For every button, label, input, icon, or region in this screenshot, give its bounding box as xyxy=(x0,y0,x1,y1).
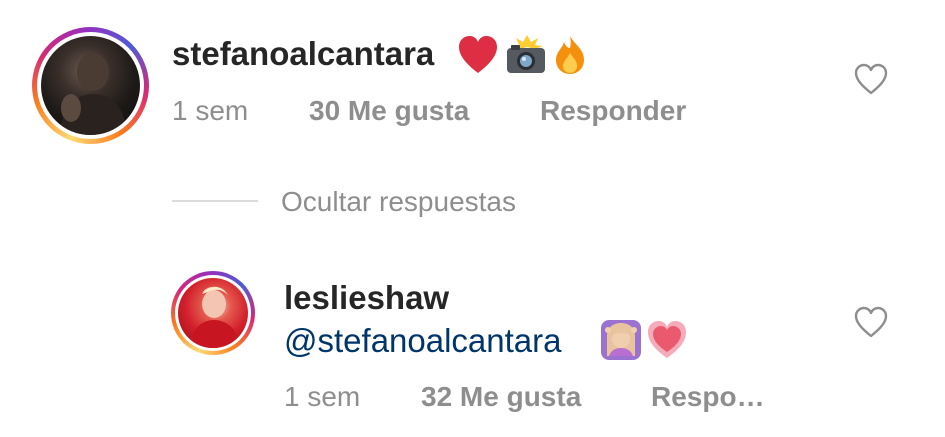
comment-like-button[interactable] xyxy=(854,63,888,97)
heart-outline-icon xyxy=(854,306,888,338)
person-gesturing-ok-emoji xyxy=(601,320,641,360)
comment-likes-count[interactable]: 30 Me gusta xyxy=(309,95,469,127)
camera-flash-emoji xyxy=(507,35,545,73)
comment-reply-button[interactable]: Responder xyxy=(540,95,686,127)
reply-like-button[interactable] xyxy=(854,306,888,340)
reply-likes-count[interactable]: 32 Me gusta xyxy=(421,381,581,413)
reply-reply-button[interactable]: Respo… xyxy=(651,381,765,413)
reply-username[interactable]: leslieshaw xyxy=(284,279,449,317)
avatar-photo xyxy=(41,36,140,135)
fire-emoji xyxy=(556,36,584,74)
avatar-leslieshaw[interactable] xyxy=(171,271,255,355)
replies-divider xyxy=(172,200,258,202)
heart-emoji xyxy=(459,36,497,73)
person-silhouette-icon xyxy=(188,286,240,348)
comment-timestamp[interactable]: 1 sem xyxy=(172,95,248,127)
person-silhouette-icon xyxy=(59,53,127,135)
reply-emojis xyxy=(601,320,687,360)
growing-heart-emoji xyxy=(648,321,686,358)
avatar-stefanoalcantara[interactable] xyxy=(32,27,149,144)
comment-emojis xyxy=(457,35,587,75)
reply-timestamp[interactable]: 1 sem xyxy=(284,381,360,413)
comment-username[interactable]: stefanoalcantara xyxy=(172,35,434,73)
reply-mention-link[interactable]: @stefanoalcantara xyxy=(284,322,562,360)
avatar-photo xyxy=(178,278,248,348)
hide-replies-button[interactable]: Ocultar respuestas xyxy=(281,186,516,218)
heart-outline-icon xyxy=(854,63,888,95)
